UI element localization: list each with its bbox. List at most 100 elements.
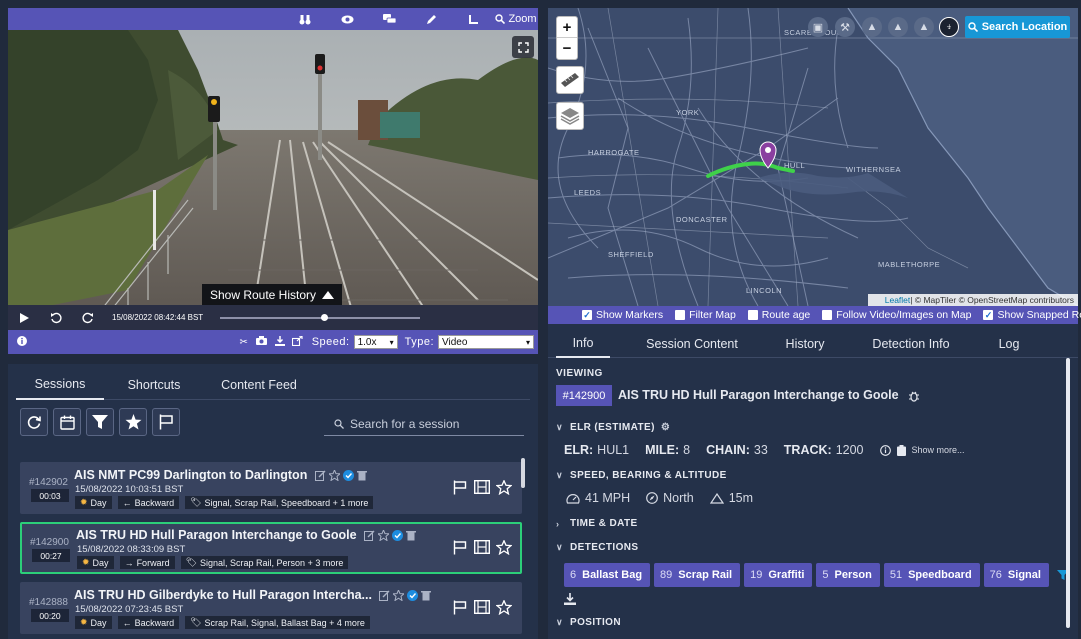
calendar-button[interactable] (53, 408, 81, 436)
session-search-input[interactable]: Search for a session (324, 412, 524, 436)
rewind-icon[interactable] (40, 305, 72, 330)
detection-chip[interactable]: 89 Scrap Rail (654, 563, 741, 587)
trash-icon[interactable] (421, 590, 432, 601)
session-title[interactable]: AIS TRU HD Gilberdyke to Hull Paragon In… (74, 588, 432, 602)
play-icon[interactable] (8, 305, 40, 330)
show-route-history-button[interactable]: Show Route History (202, 284, 342, 306)
search-location-button[interactable]: Search Location (965, 16, 1070, 38)
speed-section-header[interactable]: ∨ SPEED, BEARING & ALTITUDE (556, 470, 727, 481)
tab-shortcuts[interactable]: Shortcuts (104, 370, 204, 400)
building-icon[interactable]: ▣ (808, 17, 828, 37)
checkbox-checked[interactable]: ✓ (983, 310, 994, 320)
show-more-link[interactable]: Show more... (912, 445, 965, 455)
star-check-icon[interactable] (378, 530, 390, 542)
elr-section-header[interactable]: ∨ ELR (ESTIMATE) ⚙ (556, 422, 670, 433)
time-section-header[interactable]: › TIME & DATE (556, 518, 638, 529)
detections-section-header[interactable]: ∨ DETECTIONS (556, 542, 638, 553)
info-scrollbar[interactable] (1066, 358, 1070, 628)
tab-sessions[interactable]: Sessions (16, 370, 104, 400)
checkbox[interactable] (747, 310, 758, 320)
tab-history[interactable]: History (774, 330, 836, 358)
download-icon[interactable] (272, 335, 288, 349)
warning-icon[interactable]: ▲ (862, 17, 882, 37)
option-follow-video[interactable]: Follow Video/Images on Map (822, 309, 971, 321)
option-show-snapped-route[interactable]: ✓Show Snapped Route (983, 309, 1081, 321)
session-title[interactable]: AIS NMT PC99 Darlington to Darlington (74, 468, 367, 482)
film-icon[interactable] (474, 539, 490, 555)
refresh-button[interactable] (20, 408, 48, 436)
detection-chip[interactable]: 5 Person (816, 563, 880, 587)
progress-thumb[interactable] (321, 313, 328, 321)
star-check-icon[interactable] (393, 590, 405, 602)
speed-select[interactable]: 1.0x ▾ (353, 335, 398, 349)
star-check-icon[interactable] (328, 470, 340, 482)
star-outline-icon[interactable] (496, 539, 512, 555)
trash-icon[interactable] (406, 530, 417, 541)
share-icon[interactable] (290, 334, 306, 349)
session-card-selected[interactable]: #142900 00:27 AIS TRU HD Hull Paragon In… (20, 522, 522, 574)
session-title[interactable]: AIS TRU HD Hull Paragon Interchange to G… (76, 528, 417, 542)
bug-icon[interactable] (908, 390, 920, 402)
film-icon[interactable] (474, 479, 490, 495)
favorites-button[interactable] (119, 408, 147, 436)
position-section-header[interactable]: ∨ POSITION (556, 617, 621, 628)
wrench-icon[interactable]: ⚒ (835, 17, 855, 37)
measure-button[interactable] (556, 66, 584, 94)
session-card[interactable]: #142902 00:03 AIS NMT PC99 Darlington to… (20, 462, 522, 514)
tab-content-feed[interactable]: Content Feed (204, 370, 314, 400)
tab-log[interactable]: Log (986, 330, 1032, 358)
edit-icon[interactable] (364, 530, 375, 542)
zoom-button[interactable]: Zoom (494, 8, 538, 30)
clipboard-icon[interactable] (896, 444, 906, 456)
edit-icon[interactable] (314, 470, 326, 482)
checkbox[interactable] (822, 310, 833, 320)
comments-icon[interactable] (368, 8, 410, 30)
gear-icon[interactable]: ⚙ (661, 422, 670, 433)
star-outline-icon[interactable] (496, 479, 512, 495)
eye-icon[interactable] (326, 8, 368, 30)
pencil-icon[interactable] (410, 8, 452, 30)
session-card[interactable]: #142888 00:20 AIS TRU HD Gilberdyke to H… (20, 582, 522, 634)
railway-icon[interactable]: ⍖ (939, 17, 959, 37)
video-frame[interactable]: Show Route History (8, 30, 538, 314)
detection-chip[interactable]: 76 Signal (983, 563, 1049, 587)
flag-icon[interactable] (452, 599, 468, 615)
detection-chip[interactable]: 51 Speedboard (883, 563, 980, 587)
layers-button[interactable] (556, 102, 584, 130)
warning-icon[interactable]: ▲ (914, 17, 934, 37)
warning-icon[interactable]: ▲ (888, 17, 908, 37)
detection-chip[interactable]: 19 Graffiti (744, 563, 813, 587)
forward-icon[interactable] (72, 305, 104, 330)
option-route-age[interactable]: Route age (747, 309, 810, 321)
tab-session-content[interactable]: Session Content (610, 330, 774, 358)
tab-detection-info[interactable]: Detection Info (836, 330, 986, 358)
flag-icon[interactable] (452, 539, 468, 555)
film-icon[interactable] (474, 599, 490, 615)
sessions-scrollbar[interactable] (521, 458, 525, 488)
fullscreen-button[interactable] (512, 36, 534, 58)
detection-chip[interactable]: 6 Ballast Bag (564, 563, 651, 587)
filter-button[interactable] (86, 408, 114, 436)
type-select[interactable]: Video ▾ (438, 335, 534, 349)
scissors-icon[interactable]: ✂ (236, 337, 252, 348)
star-outline-icon[interactable] (496, 599, 512, 615)
camera-icon[interactable] (254, 336, 270, 348)
edit-icon[interactable] (379, 590, 390, 602)
tab-info[interactable]: Info (556, 330, 610, 358)
flag-button[interactable] (152, 408, 180, 436)
zoom-out-button[interactable]: − (557, 38, 577, 59)
flag-icon[interactable] (452, 479, 468, 495)
checkbox-checked[interactable]: ✓ (582, 310, 592, 320)
download-icon[interactable] (564, 592, 576, 610)
binoculars-icon[interactable] (284, 8, 326, 30)
info-circle-icon[interactable] (879, 444, 891, 456)
trash-icon[interactable] (356, 470, 367, 481)
option-show-markers[interactable]: ✓ Show Markers (582, 309, 663, 321)
info-circle-icon[interactable] (14, 335, 30, 349)
leaflet-link[interactable]: Leaflet (885, 295, 911, 305)
progress-track[interactable] (220, 313, 420, 321)
checkbox[interactable] (675, 310, 686, 320)
option-filter-map[interactable]: Filter Map (675, 309, 736, 321)
map-panel[interactable]: SCARBOROUGH YORK DONCASTER SHEFFIELD LIN… (548, 8, 1078, 306)
ruler-angle-icon[interactable] (452, 8, 494, 30)
